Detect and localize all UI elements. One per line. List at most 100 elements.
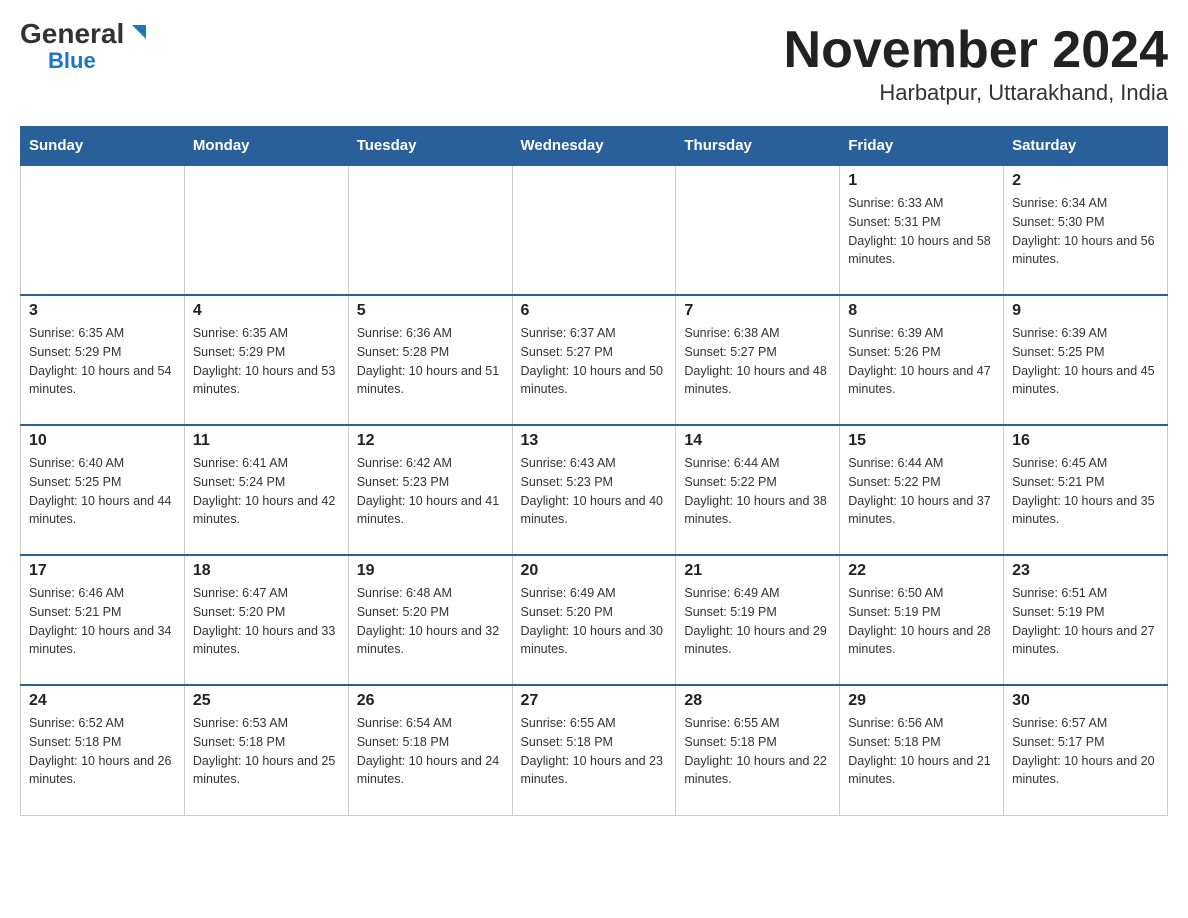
calendar-week-row: 10 Sunrise: 6:40 AMSunset: 5:25 PMDayligh… (21, 425, 1168, 555)
day-number: 30 (1012, 692, 1159, 710)
day-info: Sunrise: 6:52 AMSunset: 5:18 PMDaylight:… (29, 714, 176, 789)
day-number: 8 (848, 302, 995, 320)
calendar-cell: 25 Sunrise: 6:53 AMSunset: 5:18 PMDayligh… (184, 685, 348, 815)
day-info: Sunrise: 6:56 AMSunset: 5:18 PMDaylight:… (848, 714, 995, 789)
day-number: 5 (357, 302, 504, 320)
logo-triangle-icon (126, 21, 148, 43)
calendar-cell: 24 Sunrise: 6:52 AMSunset: 5:18 PMDayligh… (21, 685, 185, 815)
calendar-cell: 19 Sunrise: 6:48 AMSunset: 5:20 PMDayligh… (348, 555, 512, 685)
calendar-cell: 4Sunrise: 6:35 AMSunset: 5:29 PMDaylight… (184, 295, 348, 425)
col-header-friday: Friday (840, 127, 1004, 166)
day-info: Sunrise: 6:45 AMSunset: 5:21 PMDaylight:… (1012, 454, 1159, 529)
day-number: 25 (193, 692, 340, 710)
calendar-cell: 20 Sunrise: 6:49 AMSunset: 5:20 PMDayligh… (512, 555, 676, 685)
month-title: November 2024 (784, 20, 1168, 80)
day-number: 20 (521, 562, 668, 580)
calendar-table: SundayMondayTuesdayWednesdayThursdayFrid… (20, 126, 1168, 816)
day-number: 22 (848, 562, 995, 580)
col-header-sunday: Sunday (21, 127, 185, 166)
day-info: Sunrise: 6:57 AMSunset: 5:17 PMDaylight:… (1012, 714, 1159, 789)
calendar-cell (512, 165, 676, 295)
day-number: 2 (1012, 172, 1159, 190)
calendar-week-row: 1Sunrise: 6:33 AMSunset: 5:31 PMDaylight… (21, 165, 1168, 295)
calendar-cell: 1Sunrise: 6:33 AMSunset: 5:31 PMDaylight… (840, 165, 1004, 295)
calendar-week-row: 3Sunrise: 6:35 AMSunset: 5:29 PMDaylight… (21, 295, 1168, 425)
day-number: 15 (848, 432, 995, 450)
day-info: Sunrise: 6:40 AMSunset: 5:25 PMDaylight:… (29, 454, 176, 529)
day-info: Sunrise: 6:37 AMSunset: 5:27 PMDaylight:… (521, 324, 668, 399)
calendar-header-row: SundayMondayTuesdayWednesdayThursdayFrid… (21, 127, 1168, 166)
calendar-cell: 17Sunrise: 6:46 AMSunset: 5:21 PMDayligh… (21, 555, 185, 685)
day-number: 17 (29, 562, 176, 580)
day-info: Sunrise: 6:44 AMSunset: 5:22 PMDaylight:… (848, 454, 995, 529)
logo-blue-text: Blue (48, 48, 96, 74)
day-info: Sunrise: 6:38 AMSunset: 5:27 PMDaylight:… (684, 324, 831, 399)
calendar-cell: 3Sunrise: 6:35 AMSunset: 5:29 PMDaylight… (21, 295, 185, 425)
calendar-cell: 29 Sunrise: 6:56 AMSunset: 5:18 PMDayligh… (840, 685, 1004, 815)
calendar-cell (184, 165, 348, 295)
calendar-cell: 7 Sunrise: 6:38 AMSunset: 5:27 PMDaylight… (676, 295, 840, 425)
day-number: 29 (848, 692, 995, 710)
day-info: Sunrise: 6:49 AMSunset: 5:19 PMDaylight:… (684, 584, 831, 659)
calendar-cell: 10 Sunrise: 6:40 AMSunset: 5:25 PMDayligh… (21, 425, 185, 555)
day-number: 10 (29, 432, 176, 450)
day-number: 23 (1012, 562, 1159, 580)
day-info: Sunrise: 6:54 AMSunset: 5:18 PMDaylight:… (357, 714, 504, 789)
col-header-monday: Monday (184, 127, 348, 166)
day-info: Sunrise: 6:34 AMSunset: 5:30 PMDaylight:… (1012, 194, 1159, 269)
day-number: 26 (357, 692, 504, 710)
day-number: 14 (684, 432, 831, 450)
day-info: Sunrise: 6:44 AMSunset: 5:22 PMDaylight:… (684, 454, 831, 529)
day-number: 28 (684, 692, 831, 710)
calendar-cell: 21 Sunrise: 6:49 AMSunset: 5:19 PMDayligh… (676, 555, 840, 685)
day-number: 11 (193, 432, 340, 450)
day-number: 7 (684, 302, 831, 320)
day-number: 19 (357, 562, 504, 580)
calendar-cell (348, 165, 512, 295)
calendar-cell: 13 Sunrise: 6:43 AMSunset: 5:23 PMDayligh… (512, 425, 676, 555)
day-number: 6 (521, 302, 668, 320)
day-info: Sunrise: 6:39 AMSunset: 5:26 PMDaylight:… (848, 324, 995, 399)
calendar-cell: 8 Sunrise: 6:39 AMSunset: 5:26 PMDaylight… (840, 295, 1004, 425)
calendar-cell: 14 Sunrise: 6:44 AMSunset: 5:22 PMDayligh… (676, 425, 840, 555)
calendar-cell: 23 Sunrise: 6:51 AMSunset: 5:19 PMDayligh… (1004, 555, 1168, 685)
day-number: 24 (29, 692, 176, 710)
title-block: November 2024 Harbatpur, Uttarakhand, In… (784, 20, 1168, 106)
day-info: Sunrise: 6:48 AMSunset: 5:20 PMDaylight:… (357, 584, 504, 659)
day-info: Sunrise: 6:50 AMSunset: 5:19 PMDaylight:… (848, 584, 995, 659)
day-number: 3 (29, 302, 176, 320)
day-info: Sunrise: 6:55 AMSunset: 5:18 PMDaylight:… (684, 714, 831, 789)
day-info: Sunrise: 6:41 AMSunset: 5:24 PMDaylight:… (193, 454, 340, 529)
day-info: Sunrise: 6:47 AMSunset: 5:20 PMDaylight:… (193, 584, 340, 659)
day-number: 13 (521, 432, 668, 450)
day-info: Sunrise: 6:51 AMSunset: 5:19 PMDaylight:… (1012, 584, 1159, 659)
calendar-cell: 2 Sunrise: 6:34 AMSunset: 5:30 PMDaylight… (1004, 165, 1168, 295)
calendar-cell: 6 Sunrise: 6:37 AMSunset: 5:27 PMDaylight… (512, 295, 676, 425)
calendar-cell: 27Sunrise: 6:55 AMSunset: 5:18 PMDayligh… (512, 685, 676, 815)
day-info: Sunrise: 6:36 AMSunset: 5:28 PMDaylight:… (357, 324, 504, 399)
day-number: 18 (193, 562, 340, 580)
day-info: Sunrise: 6:42 AMSunset: 5:23 PMDaylight:… (357, 454, 504, 529)
day-info: Sunrise: 6:43 AMSunset: 5:23 PMDaylight:… (521, 454, 668, 529)
calendar-cell: 5 Sunrise: 6:36 AMSunset: 5:28 PMDaylight… (348, 295, 512, 425)
location-title: Harbatpur, Uttarakhand, India (784, 80, 1168, 106)
calendar-cell: 12Sunrise: 6:42 AMSunset: 5:23 PMDayligh… (348, 425, 512, 555)
day-number: 21 (684, 562, 831, 580)
day-info: Sunrise: 6:49 AMSunset: 5:20 PMDaylight:… (521, 584, 668, 659)
calendar-week-row: 17Sunrise: 6:46 AMSunset: 5:21 PMDayligh… (21, 555, 1168, 685)
calendar-cell: 18 Sunrise: 6:47 AMSunset: 5:20 PMDayligh… (184, 555, 348, 685)
day-number: 9 (1012, 302, 1159, 320)
calendar-cell: 22 Sunrise: 6:50 AMSunset: 5:19 PMDayligh… (840, 555, 1004, 685)
col-header-wednesday: Wednesday (512, 127, 676, 166)
calendar-week-row: 24 Sunrise: 6:52 AMSunset: 5:18 PMDayligh… (21, 685, 1168, 815)
calendar-cell: 9Sunrise: 6:39 AMSunset: 5:25 PMDaylight… (1004, 295, 1168, 425)
day-number: 16 (1012, 432, 1159, 450)
calendar-cell: 26 Sunrise: 6:54 AMSunset: 5:18 PMDayligh… (348, 685, 512, 815)
logo-general-text: General (20, 20, 124, 48)
col-header-tuesday: Tuesday (348, 127, 512, 166)
day-info: Sunrise: 6:53 AMSunset: 5:18 PMDaylight:… (193, 714, 340, 789)
day-info: Sunrise: 6:55 AMSunset: 5:18 PMDaylight:… (521, 714, 668, 789)
calendar-cell (21, 165, 185, 295)
calendar-cell: 11 Sunrise: 6:41 AMSunset: 5:24 PMDayligh… (184, 425, 348, 555)
calendar-cell: 16 Sunrise: 6:45 AMSunset: 5:21 PMDayligh… (1004, 425, 1168, 555)
